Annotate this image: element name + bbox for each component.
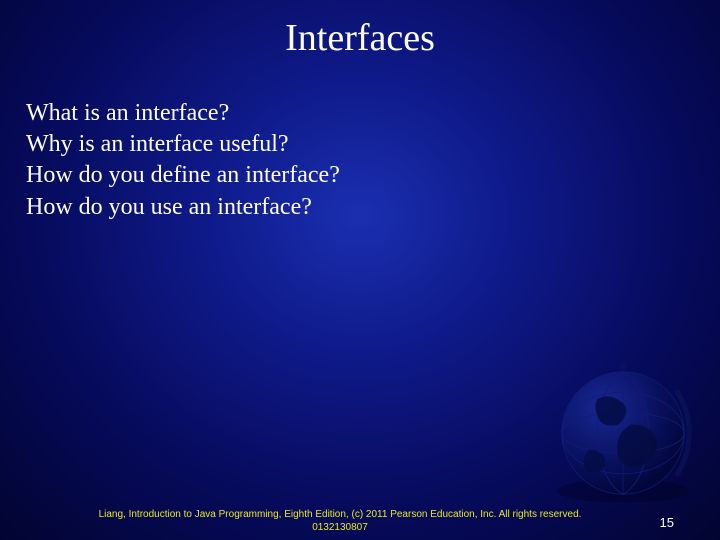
bullet-line: How do you define an interface? [26, 160, 694, 191]
bullet-line: How do you use an interface? [26, 192, 694, 223]
globe-icon [538, 348, 708, 518]
slide-title: Interfaces [0, 0, 720, 60]
footer-citation: Liang, Introduction to Java Programming,… [0, 509, 720, 534]
bullet-line: Why is an interface useful? [26, 129, 694, 160]
page-number: 15 [660, 515, 674, 530]
bullet-line: What is an interface? [26, 98, 694, 129]
body-content: What is an interface? Why is an interfac… [0, 60, 720, 223]
